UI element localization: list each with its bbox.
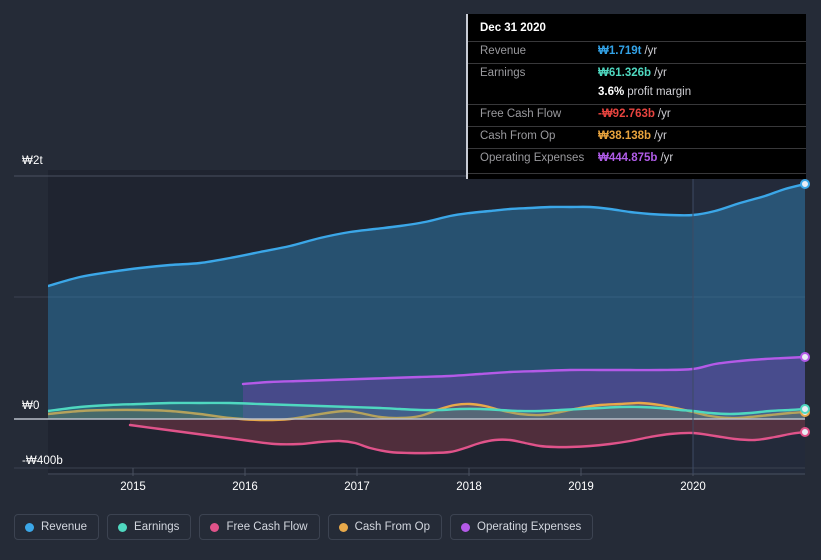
x-axis-label-2019: 2019 (568, 481, 594, 493)
legend-label-earnings: Earnings (134, 521, 180, 533)
tooltip-unit-free-cash-flow: /yr (657, 108, 671, 120)
tooltip-unit-revenue: /yr (644, 45, 658, 57)
x-axis-label-2017: 2017 (344, 481, 370, 493)
tooltip-unit-cash-from-op: /yr (654, 130, 667, 142)
tooltip-value-free-cash-flow: -₩92.763b (598, 108, 655, 120)
tooltip-unit-profit-margin: profit margin (627, 86, 692, 98)
tooltip-label-earnings: Earnings (480, 67, 526, 79)
tooltip-unit-operating-expenses: /yr (660, 152, 674, 164)
legend-dot-icon-earnings (118, 522, 128, 532)
chart-legend: Revenue Earnings Free Cash Flow Cash Fro… (14, 514, 594, 540)
endpoint-marker-earnings (800, 404, 810, 414)
x-axis-label-2020: 2020 (680, 481, 706, 493)
tooltip-label-revenue: Revenue (480, 45, 527, 57)
tooltip-bottom-rule (468, 173, 806, 174)
legend-dot-icon-free-cash-flow (210, 522, 220, 532)
legend-dot-icon-revenue (25, 522, 34, 532)
tooltip-row-cash-from-op: Cash From Op ₩38.138b /yr (468, 126, 806, 148)
tooltip-value-cash-from-op: ₩38.138b (598, 130, 652, 142)
endpoint-marker-free-cash-flow (800, 427, 810, 437)
legend-label-free-cash-flow: Free Cash Flow (226, 521, 308, 533)
tooltip-value-earnings: ₩61.326b (598, 67, 652, 79)
financial-chart-widget: ₩2t ₩0 -₩400b 2015 2016 2017 2018 2019 2… (0, 0, 821, 560)
chart-tooltip: Dec 31 2020 Revenue ₩1.719t /yr Earnings… (466, 14, 806, 179)
tooltip-row-earnings: Earnings ₩61.326b /yr (468, 63, 806, 85)
y-axis-label-2t: ₩2t (22, 155, 43, 167)
tooltip-row-free-cash-flow: Free Cash Flow -₩92.763b /yr (468, 104, 806, 126)
tooltip-row-profit-margin: 3.6% profit margin (468, 85, 806, 104)
x-axis-label-2015: 2015 (120, 481, 146, 493)
x-axis-label-2018: 2018 (456, 481, 482, 493)
tooltip-value-revenue: ₩1.719t (598, 45, 642, 57)
tooltip-label-operating-expenses: Operating Expenses (480, 152, 585, 164)
x-axis-label-2016: 2016 (232, 481, 258, 493)
endpoint-marker-operating-expenses (800, 352, 810, 362)
endpoint-marker-revenue (800, 179, 810, 189)
legend-label-revenue: Revenue (41, 521, 88, 533)
tooltip-label-cash-from-op: Cash From Op (480, 130, 556, 142)
tooltip-unit-earnings: /yr (654, 67, 667, 79)
tooltip-label-free-cash-flow: Free Cash Flow (480, 108, 562, 120)
y-axis-label-neg400b: -₩400b (22, 455, 63, 467)
tooltip-row-operating-expenses: Operating Expenses ₩444.875b /yr (468, 148, 806, 170)
legend-item-earnings[interactable]: Earnings (107, 514, 192, 540)
legend-dot-icon-cash-from-op (338, 522, 348, 532)
y-axis-label-0: ₩0 (22, 400, 40, 412)
legend-label-cash-from-op: Cash From Op (354, 521, 431, 533)
legend-item-operating-expenses[interactable]: Operating Expenses (450, 514, 594, 540)
legend-dot-icon-operating-expenses (461, 522, 471, 532)
tooltip-date: Dec 31 2020 (480, 22, 546, 34)
legend-item-cash-from-op[interactable]: Cash From Op (327, 514, 443, 540)
tooltip-value-operating-expenses: ₩444.875b (598, 152, 658, 164)
tooltip-row-revenue: Revenue ₩1.719t /yr (468, 41, 806, 63)
tooltip-value-profit-margin: 3.6% (598, 86, 625, 98)
legend-item-revenue[interactable]: Revenue (14, 514, 100, 540)
legend-item-free-cash-flow[interactable]: Free Cash Flow (199, 514, 320, 540)
legend-label-operating-expenses: Operating Expenses (477, 521, 582, 533)
